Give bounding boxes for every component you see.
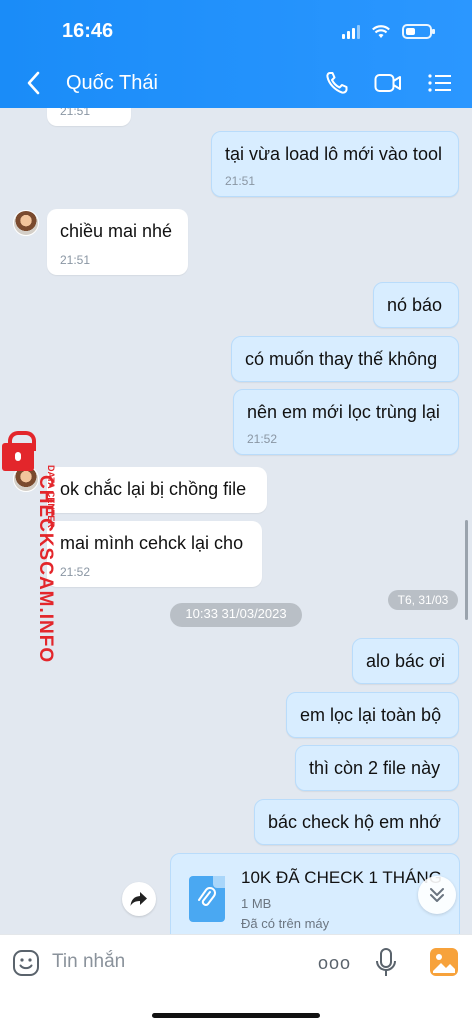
message-text: nó báo <box>387 295 443 315</box>
message-time: 21:52 <box>60 565 91 579</box>
message-text: nên em mới lọc trùng lại <box>247 402 440 422</box>
watermark: DATA CENTER CHECKSCAM.INFO <box>0 431 60 675</box>
wifi-icon <box>372 24 390 38</box>
forward-button[interactable] <box>122 882 156 916</box>
outgoing-message[interactable]: có muốn thay thế không <box>231 336 459 382</box>
file-attachment[interactable]: 10K ĐÃ CHECK 1 THÁNG 1 MB Đã có trên máy <box>170 853 460 934</box>
message-input[interactable]: Tin nhắn <box>52 951 125 973</box>
outgoing-message[interactable]: alo bác ơi <box>352 638 459 684</box>
message-text: ok chắc lại bị chồng file <box>60 479 247 499</box>
image-gallery-icon[interactable] <box>430 948 458 976</box>
message-text: bác check hộ em nhớ <box>268 812 441 832</box>
lock-icon <box>2 431 36 471</box>
message-text: chiều mai nhé <box>60 221 173 241</box>
message-time: 21:52 <box>247 432 278 446</box>
message-text: có muốn thay thế không <box>245 349 438 369</box>
status-icons <box>342 24 435 39</box>
video-call-icon[interactable] <box>374 70 402 96</box>
outgoing-message[interactable]: bác check hộ em nhớ <box>254 799 459 845</box>
message-text: alo bác ơi <box>366 651 445 671</box>
status-time: 16:46 <box>62 20 114 42</box>
file-name: 10K ĐÃ CHECK 1 THÁNG <box>241 868 442 887</box>
message-text: mai mình cehck lại cho <box>60 533 244 553</box>
incoming-message[interactable]: 21:51 <box>47 108 131 126</box>
message-text: em lọc lại toàn bộ <box>300 705 442 725</box>
battery-icon <box>402 24 435 39</box>
message-text: tại vừa load lô mới vào tool <box>225 144 442 164</box>
message-time: 21:51 <box>225 174 256 188</box>
outgoing-message[interactable]: em lọc lại toàn bộ <box>286 692 459 738</box>
date-badge: T6, 31/03 <box>388 590 458 610</box>
double-chevron-down-icon <box>430 888 444 902</box>
file-icon <box>189 876 225 922</box>
scroll-down-button[interactable] <box>418 876 456 914</box>
contact-name[interactable]: Quốc Thái <box>66 72 158 95</box>
incoming-message[interactable]: chiều mai nhé 21:51 <box>47 209 188 275</box>
incoming-message[interactable]: mai mình cehck lại cho 21:52 <box>47 521 262 587</box>
chat-header: 16:46 Quốc Thái <box>0 0 472 108</box>
home-indicator <box>152 1013 320 1018</box>
outgoing-message[interactable]: nên em mới lọc trùng lại 21:52 <box>233 389 459 455</box>
file-status: Đã có trên máy <box>241 916 330 931</box>
outgoing-message[interactable]: tại vừa load lô mới vào tool 21:51 <box>211 131 459 197</box>
emoji-icon[interactable] <box>12 949 40 977</box>
back-arrow-icon[interactable] <box>24 70 44 96</box>
watermark-text: CHECKSCAM.INFO <box>35 475 56 664</box>
phone-call-icon[interactable] <box>324 70 352 96</box>
menu-list-icon[interactable] <box>426 70 454 96</box>
outgoing-message[interactable]: thì còn 2 file này <box>295 745 459 791</box>
microphone-icon[interactable] <box>374 947 398 979</box>
message-input-bar: Tin nhắn ooo <box>0 934 472 1024</box>
message-time: 21:51 <box>60 108 91 118</box>
incoming-message[interactable]: ok chắc lại bị chồng file <box>47 467 267 513</box>
file-size: 1 MB <box>241 896 272 911</box>
message-time: 21:51 <box>60 253 91 267</box>
date-separator: 10:33 31/03/2023 <box>170 603 302 627</box>
scrollbar[interactable] <box>465 520 468 620</box>
message-text: thì còn 2 file này <box>309 758 441 778</box>
outgoing-message[interactable]: nó báo <box>373 282 459 328</box>
forward-arrow-icon <box>130 892 147 906</box>
signal-icon <box>342 24 360 39</box>
more-options-button[interactable]: ooo <box>318 953 351 974</box>
contact-avatar[interactable] <box>13 210 39 236</box>
message-list[interactable]: 21:51 tại vừa load lô mới vào tool 21:51… <box>0 108 472 934</box>
